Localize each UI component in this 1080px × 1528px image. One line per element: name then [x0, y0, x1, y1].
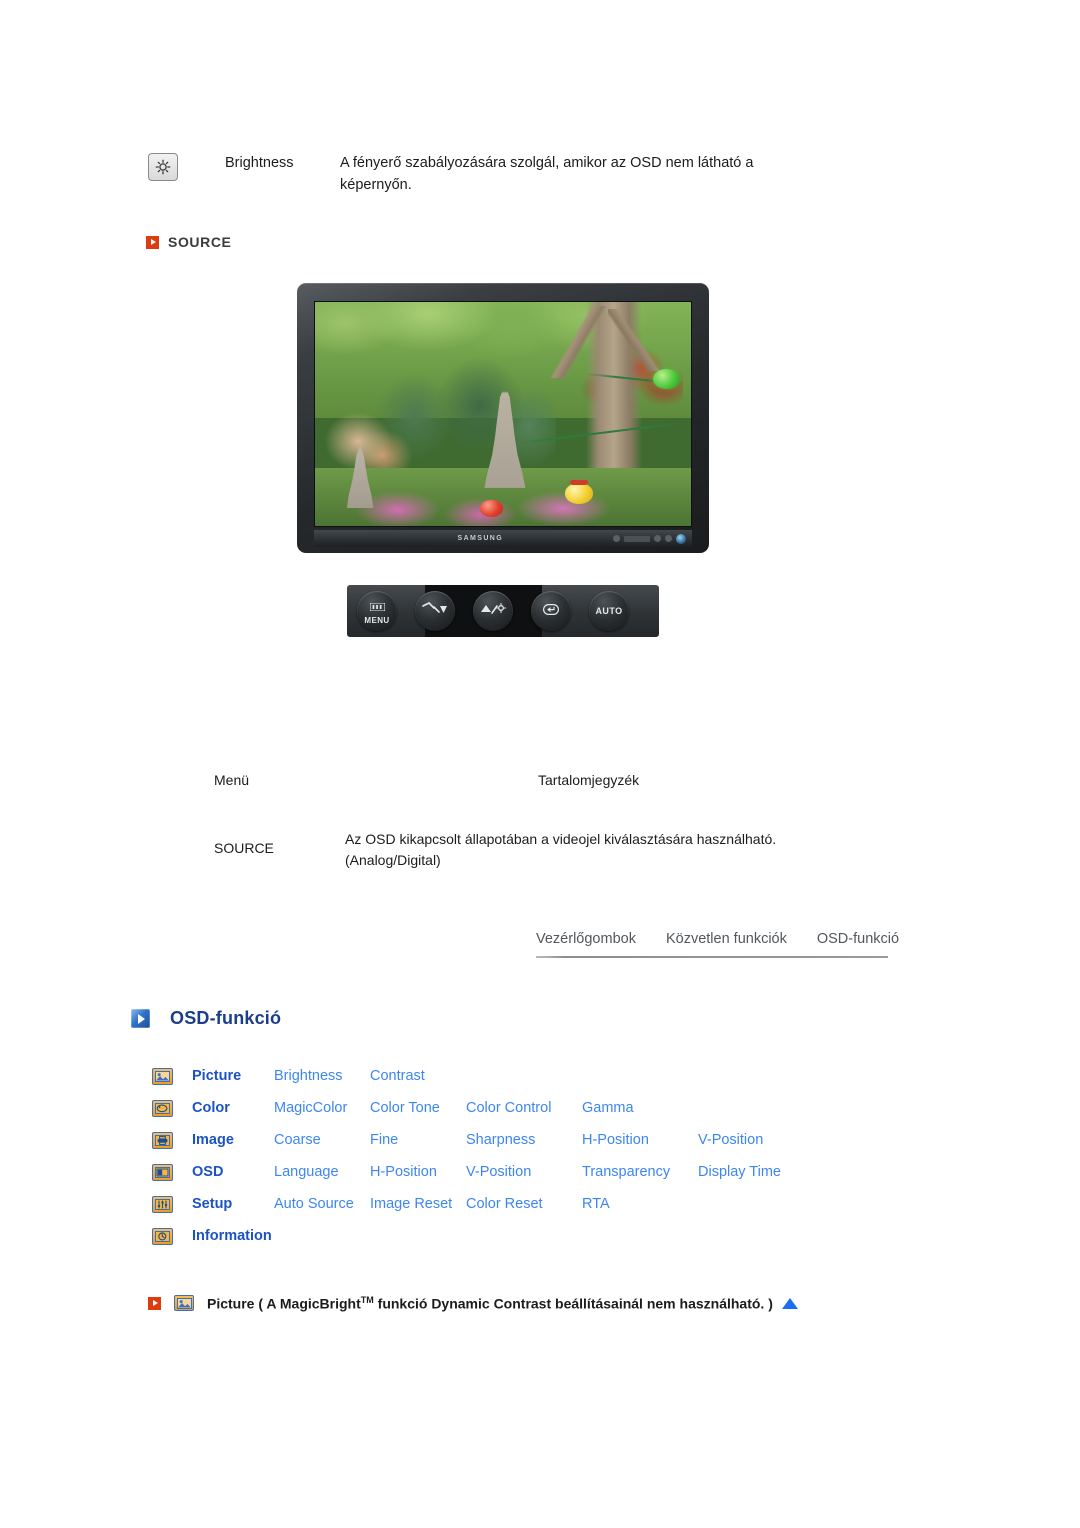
osd-item-transparency[interactable]: Transparency [582, 1164, 698, 1180]
osd-category-color[interactable]: Color [192, 1100, 274, 1116]
osd-row-picture: Picture Brightness Contrast [152, 1060, 912, 1092]
setup-icon [152, 1195, 173, 1213]
tab-kozvetlen-funkciok[interactable]: Közvetlen funkciók [666, 931, 787, 947]
menu-bars-icon [368, 598, 386, 616]
enter-icon [543, 602, 560, 620]
osd-item-rta[interactable]: RTA [582, 1196, 678, 1212]
menu-button-label: MENU [364, 615, 390, 625]
blue-up-triangle-icon[interactable] [781, 1297, 798, 1309]
red-play-arrow-icon [146, 235, 159, 249]
osd-item-auto-source[interactable]: Auto Source [274, 1196, 370, 1212]
red-play-arrow-icon [148, 1296, 161, 1310]
image-icon [152, 1131, 173, 1149]
monitor-power-button [676, 533, 686, 544]
source-heading-label: SOURCE [168, 234, 232, 250]
information-icon [152, 1227, 173, 1245]
osd-item-contrast[interactable]: Contrast [370, 1068, 466, 1084]
blue-play-arrow-icon [131, 1009, 150, 1028]
table-header-menu: Menü [214, 772, 250, 788]
osd-item-h-position[interactable]: H-Position [582, 1132, 698, 1148]
monitor-control-button-bar: MENU AUTO [347, 585, 659, 637]
osd-item-osd-v-position[interactable]: V-Position [466, 1164, 582, 1180]
osd-function-title: OSD-funkció [170, 1008, 282, 1028]
color-icon [152, 1099, 173, 1117]
section-tab-bar: Vezérlőgombok Közvetlen funkciók OSD-fun… [536, 931, 899, 958]
osd-item-image-reset[interactable]: Image Reset [370, 1196, 466, 1212]
osd-category-setup[interactable]: Setup [192, 1196, 274, 1212]
table-cell-contents: Az OSD kikapcsolt állapotában a videojel… [345, 831, 777, 868]
enter-source-button[interactable] [531, 591, 571, 631]
picture-note-text: Picture ( A MagicBrightTM funkció Dynami… [207, 1295, 773, 1312]
osd-item-sharpness[interactable]: Sharpness [466, 1132, 582, 1148]
trademark-mark: TM [360, 1295, 374, 1305]
osd-item-osd-h-position[interactable]: H-Position [370, 1164, 466, 1180]
monitor-onscreen-buttons [613, 533, 686, 544]
osd-menu-grid: Picture Brightness Contrast Color MagicC… [152, 1060, 912, 1252]
osd-row-image: Image Coarse Fine Sharpness H-Position V… [152, 1124, 912, 1156]
brightness-description: A fényerő szabályozására szolgál, amikor… [340, 155, 754, 193]
table-header-contents: Tartalomjegyzék [538, 772, 640, 788]
note-text-before: Picture ( A MagicBright [207, 1295, 361, 1312]
brightness-direct-function-row: Brightness A fényerő szabályozására szol… [148, 152, 848, 196]
osd-item-fine[interactable]: Fine [370, 1132, 466, 1148]
down-arrow-icon [422, 601, 448, 621]
up-brightness-icon [480, 602, 507, 621]
note-text-after: funkció Dynamic Contrast beállításainál … [373, 1295, 773, 1312]
monitor-button-3 [665, 535, 672, 542]
samsung-brand-logo: SAMSUNG [457, 535, 504, 542]
table-header-row: Menü Tartalomjegyzék [214, 772, 854, 788]
monitor-illustration: SAMSUNG [297, 283, 709, 553]
tab-osd-funkcio[interactable]: OSD-funkció [817, 931, 899, 947]
picture-section-note: Picture ( A MagicBrightTM funkció Dynami… [148, 1295, 798, 1312]
garden-scene-image [315, 302, 691, 526]
osd-item-language[interactable]: Language [274, 1164, 370, 1180]
osd-category-information[interactable]: Information [192, 1228, 272, 1244]
menu-button[interactable]: MENU [357, 591, 397, 631]
tab-bar-divider [536, 956, 888, 958]
osd-item-v-position[interactable]: V-Position [698, 1132, 794, 1148]
monitor-screen [314, 301, 692, 527]
monitor-bottom-bezel: SAMSUNG [314, 530, 692, 547]
osd-item-gamma[interactable]: Gamma [582, 1100, 678, 1116]
osd-category-picture[interactable]: Picture [192, 1068, 274, 1084]
monitor-button-bar [624, 535, 650, 542]
osd-item-brightness[interactable]: Brightness [274, 1068, 370, 1084]
osd-item-display-time[interactable]: Display Time [698, 1164, 794, 1180]
osd-row-osd: OSD Language H-Position V-Position Trans… [152, 1156, 912, 1188]
osd-item-coarse[interactable]: Coarse [274, 1132, 370, 1148]
monitor-bezel: SAMSUNG [297, 283, 709, 553]
osd-row-setup: Setup Auto Source Image Reset Color Rese… [152, 1188, 912, 1220]
auto-button-label: AUTO [595, 605, 623, 616]
auto-button[interactable]: AUTO [589, 591, 629, 631]
tab-vezerlogombok[interactable]: Vezérlőgombok [536, 931, 636, 947]
source-section-heading: SOURCE [146, 234, 232, 250]
osd-item-magiccolor[interactable]: MagicColor [274, 1100, 370, 1116]
monitor-button-2 [654, 535, 661, 542]
up-brightness-button[interactable] [473, 591, 513, 631]
osd-icon [152, 1163, 173, 1181]
picture-icon [152, 1067, 173, 1085]
osd-row-information: Information [152, 1220, 912, 1252]
source-description-table: Menü Tartalomjegyzék SOURCE Az OSD kikap… [214, 772, 854, 871]
osd-category-osd[interactable]: OSD [192, 1164, 274, 1180]
osd-item-color-control[interactable]: Color Control [466, 1100, 582, 1116]
picture-icon [174, 1295, 194, 1312]
down-button[interactable] [415, 591, 455, 631]
osd-category-image[interactable]: Image [192, 1132, 274, 1148]
osd-item-color-tone[interactable]: Color Tone [370, 1100, 466, 1116]
table-cell-menu: SOURCE [214, 840, 274, 856]
monitor-button-1 [613, 535, 620, 542]
brightness-label: Brightness [225, 155, 294, 171]
table-row: SOURCE Az OSD kikapcsolt állapotában a v… [214, 829, 854, 871]
osd-item-color-reset[interactable]: Color Reset [466, 1196, 582, 1212]
osd-row-color: Color MagicColor Color Tone Color Contro… [152, 1092, 912, 1124]
osd-function-heading: OSD-funkció [131, 1008, 281, 1029]
brightness-key-icon [148, 153, 178, 181]
